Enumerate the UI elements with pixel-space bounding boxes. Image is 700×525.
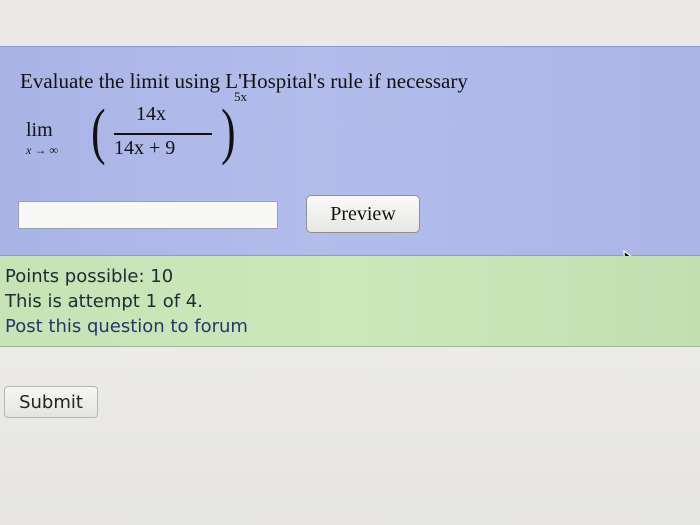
lim-subscript: x → ∞	[26, 143, 58, 157]
question-panel: Evaluate the limit using L'Hospital's ru…	[0, 46, 700, 256]
preview-button[interactable]: Preview	[306, 195, 420, 233]
fraction-numerator: 14x	[136, 103, 166, 125]
answer-input[interactable]	[18, 201, 278, 229]
fraction-denominator: 14x + 9	[114, 137, 176, 159]
info-panel: Points possible: 10 This is attempt 1 of…	[0, 256, 700, 347]
right-paren: )	[221, 98, 236, 166]
exponent: 5x	[234, 89, 247, 104]
submit-button[interactable]: Submit	[4, 386, 98, 418]
lim-word: lim	[26, 119, 53, 141]
attempt-count: This is attempt 1 of 4.	[5, 291, 203, 312]
left-paren: (	[91, 98, 106, 166]
post-to-forum-link[interactable]: Post this question to forum	[5, 316, 248, 337]
page: Evaluate the limit using L'Hospital's ru…	[0, 0, 700, 525]
fraction-bar	[114, 133, 212, 135]
limit-expression: lim x → ∞ ( 14x 14x + 9 ) 5x	[26, 89, 286, 169]
points-possible: Points possible: 10	[5, 266, 174, 287]
